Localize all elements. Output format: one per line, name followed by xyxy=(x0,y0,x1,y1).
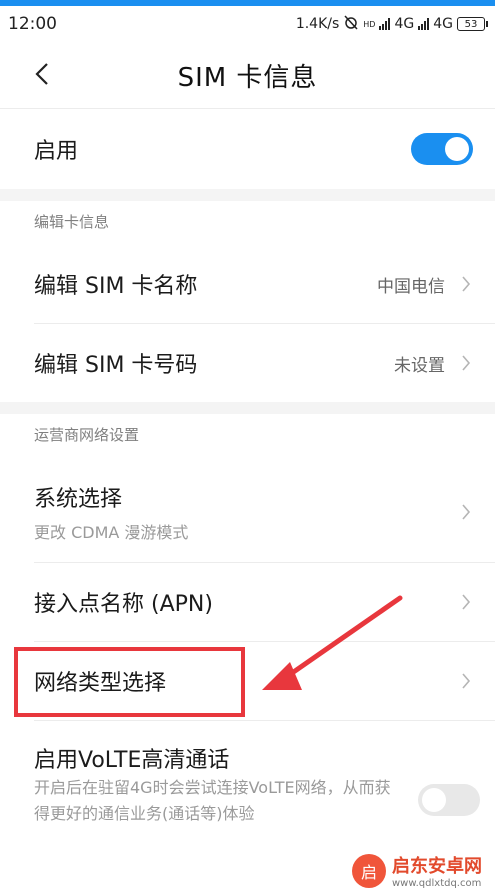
section-header-edit: 编辑卡信息 xyxy=(34,213,110,231)
watermark-logo: 启 xyxy=(352,853,386,888)
system-select-sub: 更改 CDMA 漫游模式 xyxy=(34,523,189,542)
volte-row[interactable]: 启用VoLTE高清通话 xyxy=(0,738,495,778)
chevron-right-icon xyxy=(459,592,473,612)
section-gap xyxy=(0,189,495,201)
volte-toggle[interactable] xyxy=(418,784,480,816)
edit-sim-name-row[interactable]: 编辑 SIM 卡名称 中国电信 xyxy=(0,245,495,323)
toggle-knob xyxy=(422,788,446,812)
volte-description: 开启后在驻留4G时会尝试连接VoLTE网络，从而获得更好的通信业务(通话等)体验 xyxy=(34,778,391,823)
page-header: SIM 卡信息 xyxy=(0,42,495,108)
net-type-1: 4G xyxy=(394,16,415,32)
status-bar: 12:00 1.4K/s HD 4G 4G 53 xyxy=(0,6,495,42)
system-select-texts: 系统选择 更改 CDMA 漫游模式 xyxy=(34,481,459,543)
signal-icon xyxy=(379,18,391,30)
net-type-2: 4G xyxy=(433,16,453,32)
signal-icon-2 xyxy=(418,18,430,30)
battery-icon: 53 xyxy=(457,17,488,31)
alarm-off-icon xyxy=(343,14,359,34)
enable-row[interactable]: 启用 xyxy=(0,109,495,189)
section-gap xyxy=(0,402,495,414)
row-divider xyxy=(34,720,495,721)
chevron-left-icon xyxy=(35,63,48,85)
status-time: 12:00 xyxy=(8,14,57,34)
status-icons: 1.4K/s HD 4G 4G 53 xyxy=(295,14,488,34)
system-select-row[interactable]: 系统选择 更改 CDMA 漫游模式 xyxy=(0,462,495,562)
chevron-right-icon xyxy=(459,502,473,522)
net-speed: 1.4K/s xyxy=(295,16,340,32)
edit-sim-number-label: 编辑 SIM 卡号码 xyxy=(34,353,198,378)
page-title: SIM 卡信息 xyxy=(177,62,318,93)
apn-label: 接入点名称 (APN) xyxy=(34,592,213,617)
chevron-right-icon xyxy=(459,671,473,691)
watermark: 启 启东安卓网 www.qdlxtdq.com xyxy=(352,852,482,889)
enable-toggle[interactable] xyxy=(411,133,473,165)
chevron-right-icon xyxy=(459,353,473,373)
section-header-carrier: 运营商网络设置 xyxy=(34,426,140,444)
edit-sim-name-label: 编辑 SIM 卡名称 xyxy=(34,274,198,299)
apn-row[interactable]: 接入点名称 (APN) xyxy=(0,563,495,641)
edit-sim-number-value: 未设置 xyxy=(394,355,445,376)
watermark-name: 启东安卓网 xyxy=(392,856,482,877)
edit-sim-name-value: 中国电信 xyxy=(377,276,445,297)
highlight-box xyxy=(14,647,245,717)
system-select-label: 系统选择 xyxy=(34,487,123,512)
enable-label: 启用 xyxy=(34,139,79,164)
chevron-right-icon xyxy=(459,274,473,294)
edit-sim-number-row[interactable]: 编辑 SIM 卡号码 未设置 xyxy=(0,324,495,402)
watermark-url: www.qdlxtdq.com xyxy=(392,878,482,889)
back-button[interactable] xyxy=(28,60,56,88)
toggle-knob xyxy=(445,137,469,161)
volte-label: 启用VoLTE高清通话 xyxy=(34,748,230,773)
hd-label: HD xyxy=(363,19,376,29)
watermark-text: 启东安卓网 www.qdlxtdq.com xyxy=(392,852,482,889)
